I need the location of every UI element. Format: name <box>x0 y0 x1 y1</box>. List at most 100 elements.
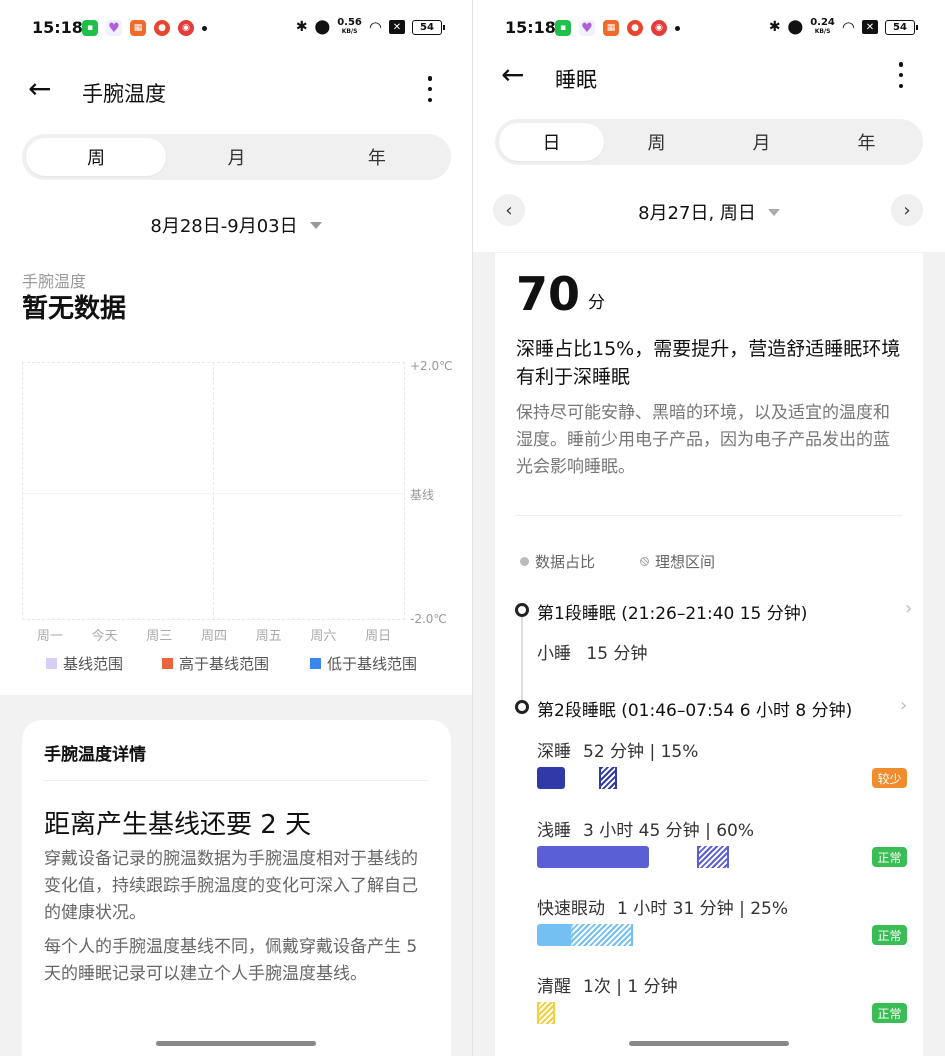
page-title: 睡眠 <box>555 68 597 92</box>
stage-ratio-bar <box>537 767 566 789</box>
legend-item: 低于基线范围 <box>310 653 417 674</box>
legend-label: 基线范围 <box>63 655 124 673</box>
sim-disabled-icon: ✕ <box>862 20 878 34</box>
sleep-headline: 深睡占比15%，需要提升，营造舒适睡眠环境有利于深睡眠 <box>516 338 901 388</box>
detail-card: 手腕温度详情 距离产生基线还要 2 天 穿戴设备记录的腕温数据为手腕温度相对于基… <box>22 720 451 1056</box>
heart-app-icon: ♥ <box>579 20 595 36</box>
nap-row: 小睡 15 分钟 <box>537 639 647 664</box>
stage-name: 深睡 <box>537 742 571 762</box>
x-axis-label: 今天 <box>91 629 118 644</box>
baseline-countdown: 距离产生基线还要 2 天 <box>44 810 312 840</box>
stage-ratio-bar <box>537 846 650 868</box>
divider <box>44 780 429 781</box>
tab-year[interactable]: 年 <box>814 123 919 161</box>
legend-swatch <box>46 658 57 669</box>
network-speed: 0.24 KB/S <box>810 17 835 36</box>
back-arrow-icon[interactable]: ← <box>501 60 531 90</box>
battery-icon: 54 <box>412 19 445 35</box>
stage-detail: 3 小时 45 分钟 | 60% <box>583 821 754 841</box>
divider <box>516 515 902 516</box>
legend-label: 低于基线范围 <box>327 655 418 673</box>
period-tabs: 日 周 月 年 <box>495 119 923 165</box>
legend-item: 基线范围 <box>46 653 123 674</box>
y-tick-label: +2.0℃ <box>410 359 453 373</box>
x-axis-label: 周日 <box>365 629 392 644</box>
chart-gridline <box>22 362 23 620</box>
network-speed: 0.56 KB/S <box>337 17 362 36</box>
notification-icons: ▪ ♥ ▦ ● ◉ <box>82 20 207 36</box>
location-icon: ⬤ <box>787 19 804 35</box>
timeline-node <box>515 700 529 714</box>
stage-status-badge: 正常 <box>872 925 907 945</box>
tab-week[interactable]: 周 <box>604 123 709 161</box>
x-axis-label: 周一 <box>36 629 63 644</box>
battery-icon: 54 <box>885 19 918 35</box>
nap-duration: 15 分钟 <box>586 644 648 664</box>
stage-ideal-range <box>697 846 729 868</box>
tomato-app-icon: ● <box>154 20 170 36</box>
tab-week[interactable]: 周 <box>26 138 167 176</box>
tab-year[interactable]: 年 <box>307 138 447 176</box>
stage-name: 清醒 <box>537 977 571 997</box>
legend-swatch <box>162 658 173 669</box>
taobao-app-icon: ▦ <box>130 20 146 36</box>
more-notifications-icon <box>202 25 207 31</box>
status-time: 15:18 <box>505 18 556 37</box>
chevron-right-icon[interactable]: › <box>900 695 907 716</box>
wifi-icon: ◠ <box>368 18 382 36</box>
date-selector[interactable]: 8月27日, 周日 <box>473 199 945 225</box>
sleep-screen: 15:18 ▪ ♥ ▦ ● ◉ ✱ ⬤ 0.24 KB/S ◠ ✕ 54 ← 睡眠… <box>473 0 945 1056</box>
x-axis-label: 周六 <box>310 629 337 644</box>
stage-label-row: 浅睡 3 小时 45 分钟 | 60% <box>537 816 754 841</box>
no-data-text: 暂无数据 <box>22 294 127 324</box>
stage-ideal-range <box>537 1002 555 1024</box>
legend-ideal-range: 理想区间 <box>640 551 715 572</box>
status-bar: 15:18 ▪ ♥ ▦ ● ◉ ✱ ⬤ 0.24 KB/S ◠ ✕ 54 <box>473 0 945 56</box>
next-day-button[interactable]: › <box>891 194 923 226</box>
tab-month[interactable]: 月 <box>166 138 306 176</box>
red-app-icon: ◉ <box>178 20 194 36</box>
stage-detail: 52 分钟 | 15% <box>583 742 699 762</box>
tab-day[interactable]: 日 <box>499 123 604 161</box>
temperature-chart <box>22 362 405 620</box>
home-indicator[interactable] <box>156 1041 316 1046</box>
heart-app-icon: ♥ <box>106 20 122 36</box>
stage-status-badge: 正常 <box>872 847 907 867</box>
more-menu-icon[interactable] <box>426 76 434 102</box>
chevron-right-icon[interactable]: › <box>905 598 912 619</box>
stage-label-row: 快速眼动 1 小时 31 分钟 | 25% <box>537 894 788 919</box>
legend-label: 理想区间 <box>655 553 716 571</box>
header: ← 睡眠 <box>473 52 945 100</box>
stage-status-badge: 正常 <box>872 1003 907 1023</box>
status-bar: 15:18 ▪ ♥ ▦ ● ◉ ✱ ⬤ 0.56 KB/S ◠ ✕ 54 <box>0 0 472 56</box>
wifi-icon: ◠ <box>841 18 855 36</box>
stage-label-row: 深睡 52 分钟 | 15% <box>537 737 698 762</box>
solid-dot-icon <box>520 557 529 566</box>
chart-gridline <box>22 619 405 620</box>
more-menu-icon[interactable] <box>897 62 905 88</box>
score-unit: 分 <box>588 293 605 313</box>
wechat-app-icon: ▪ <box>82 20 98 36</box>
home-indicator[interactable] <box>629 1041 789 1046</box>
hatched-dot-icon <box>640 557 649 566</box>
notification-icons: ▪ ♥ ▦ ● ◉ <box>555 20 680 36</box>
wechat-app-icon: ▪ <box>555 20 571 36</box>
chart-gridline <box>404 362 405 620</box>
stage-name: 浅睡 <box>537 821 571 841</box>
selected-date: 8月27日, 周日 <box>638 203 756 224</box>
back-arrow-icon[interactable]: ← <box>28 74 58 104</box>
chart-gridline <box>213 362 214 620</box>
baseline-line <box>22 493 405 494</box>
y-tick-label: -2.0℃ <box>410 612 447 626</box>
sleep-segment-2-title[interactable]: 第2段睡眠 (01:46–07:54 6 小时 8 分钟) <box>537 696 852 721</box>
sim-disabled-icon: ✕ <box>389 20 405 34</box>
detail-card-title: 手腕温度详情 <box>44 745 146 765</box>
dropdown-triangle-icon <box>767 208 780 216</box>
stage-name: 快速眼动 <box>537 899 605 919</box>
tab-month[interactable]: 月 <box>709 123 814 161</box>
date-selector[interactable]: 8月28日-9月03日 <box>0 212 472 238</box>
more-notifications-icon <box>675 25 680 31</box>
sleep-segment-1-title[interactable]: 第1段睡眠 (21:26–21:40 15 分钟) <box>537 599 807 624</box>
wrist-temperature-screen: 15:18 ▪ ♥ ▦ ● ◉ ✱ ⬤ 0.56 KB/S ◠ ✕ 54 ← 手腕… <box>0 0 472 1056</box>
sleep-score: 70 <box>516 267 581 321</box>
